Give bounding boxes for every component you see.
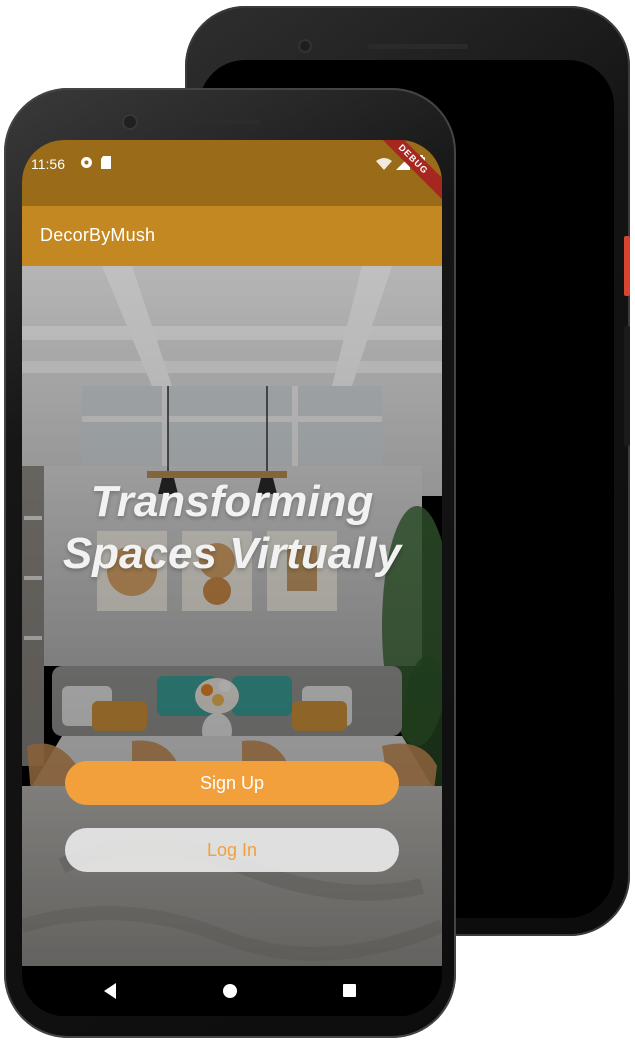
log-in-button[interactable]: Log In	[65, 828, 399, 872]
app-bar: DecorByMush	[22, 206, 442, 266]
status-time: 11:56	[31, 156, 65, 172]
front-phone: 11:56 DEBUG DecorByMush Transforming Spa…	[4, 88, 456, 1038]
app-screen: 11:56 DEBUG DecorByMush Transforming Spa…	[22, 140, 442, 1016]
headline-line-2: Spaces Virtually	[62, 529, 402, 578]
rear-phone-speaker	[368, 44, 468, 49]
power-button	[624, 236, 630, 296]
earpiece-speaker	[202, 120, 260, 124]
home-icon[interactable]	[223, 984, 237, 998]
recents-icon[interactable]	[343, 984, 356, 997]
rear-phone-camera	[298, 39, 312, 53]
wifi-icon	[376, 158, 392, 170]
volume-button	[624, 326, 630, 446]
headline-line-1: Transforming	[90, 477, 374, 526]
settings-status-icon	[80, 156, 93, 172]
back-icon[interactable]	[104, 983, 116, 999]
sign-up-button[interactable]: Sign Up	[65, 761, 399, 805]
sd-card-icon	[101, 156, 111, 172]
status-bar: 11:56 DEBUG	[22, 140, 442, 206]
device-mockup: 11:56 DEBUG DecorByMush Transforming Spa…	[0, 0, 635, 1042]
app-title: DecorByMush	[40, 225, 156, 245]
hero-background: Transforming Spaces Virtually Sign Up Lo…	[22, 266, 442, 966]
front-camera	[122, 114, 138, 130]
system-navigation-bar	[22, 966, 442, 1016]
